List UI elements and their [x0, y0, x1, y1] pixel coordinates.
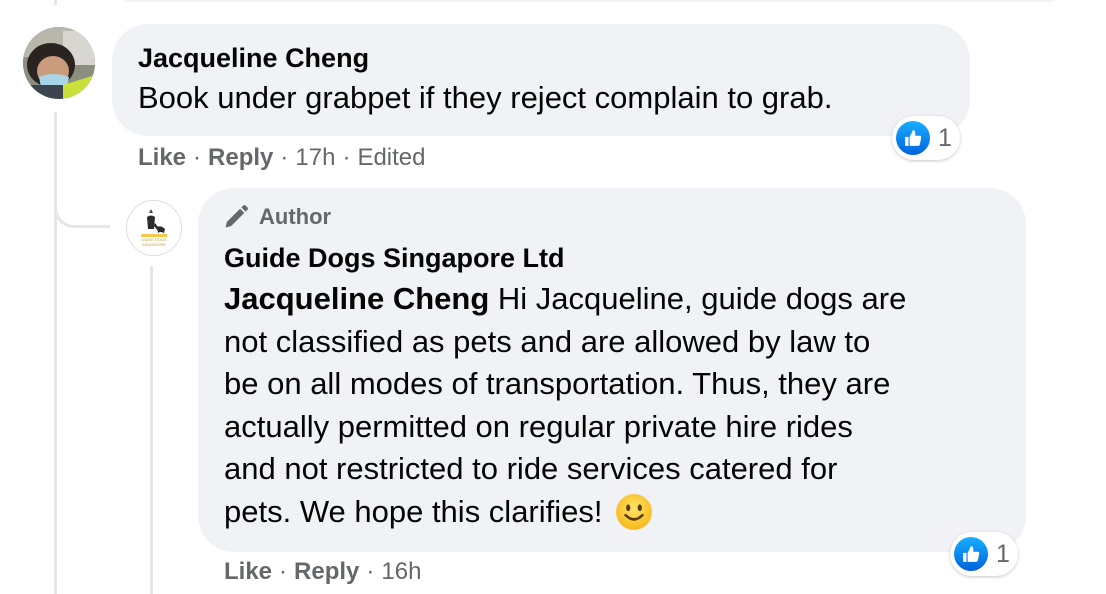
edited-label[interactable]: Edited — [357, 144, 425, 171]
thread-line-main — [54, 112, 57, 594]
reply-line-1: Hi Jacqueline, guide dogs are — [489, 281, 907, 316]
mention-link[interactable]: Jacqueline Cheng — [224, 281, 489, 316]
thread-line-reply — [150, 266, 153, 594]
avatar-jacqueline[interactable] — [23, 27, 95, 99]
like-button[interactable]: Like — [224, 558, 272, 585]
reply-button[interactable]: Reply — [294, 558, 359, 585]
comment-author-name[interactable]: Jacqueline Cheng — [138, 42, 369, 74]
reply-line-6: pets. We hope this clarifies! — [224, 493, 612, 529]
reply-line-4: actually permitted on regular private hi… — [224, 408, 853, 444]
separator: · — [342, 144, 351, 171]
timestamp[interactable]: 16h — [381, 558, 421, 585]
comment-text: Book under grabpet if they reject compla… — [138, 80, 833, 115]
separator: · — [366, 558, 375, 585]
reply-line-5: and not restricted to ride services cate… — [224, 451, 838, 486]
like-icon — [896, 121, 930, 155]
comment-meta: Like · Reply · 17h · Edited — [138, 143, 426, 173]
smiling-face-emoji — [616, 493, 653, 530]
logo-text-line-2: SINGAPORE — [142, 242, 166, 247]
thread-connector — [54, 190, 110, 228]
reply-line-3: be on all modes of transportation. Thus,… — [224, 366, 891, 401]
like-button[interactable]: Like — [138, 144, 186, 171]
author-badge-label: Author — [259, 204, 332, 229]
previous-comment-bubble — [110, 0, 1070, 2]
author-badge: Author — [222, 203, 331, 231]
like-icon — [954, 537, 988, 571]
separator: · — [193, 144, 202, 171]
pencil-icon — [225, 205, 248, 228]
thread-line-top — [54, 0, 57, 5]
comment-reaction-summary[interactable]: 1 — [892, 116, 960, 160]
reply-text: Jacqueline Cheng Hi Jacqueline, guide do… — [224, 278, 1014, 533]
separator: · — [280, 144, 289, 171]
reply-meta: Like · Reply · 16h — [224, 557, 421, 587]
reaction-count: 1 — [996, 539, 1010, 568]
reply-reaction-summary[interactable]: 1 — [950, 532, 1018, 576]
reply-line-2: not classified as pets and are allowed b… — [224, 323, 871, 359]
reply-author-name[interactable]: Guide Dogs Singapore Ltd — [224, 242, 565, 274]
timestamp[interactable]: 17h — [295, 144, 335, 171]
avatar-guide-dogs[interactable]: GUIDE DOGS SINGAPORE — [126, 200, 182, 256]
reply-button[interactable]: Reply — [208, 144, 273, 171]
separator: · — [279, 558, 288, 585]
reaction-count: 1 — [938, 123, 952, 152]
